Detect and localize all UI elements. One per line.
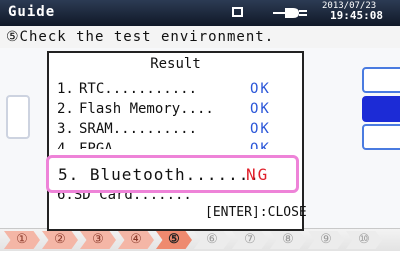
row-label: Flash Memory.... [79,101,214,117]
step-3: ③ [80,231,116,249]
side-button-3[interactable] [362,124,400,150]
screen-title: Guide [8,4,56,20]
step-9: ⑨ [308,231,344,249]
row-label: SRAM.......... [79,121,198,137]
row-status: OK [250,101,271,117]
row-status: OK [250,81,271,97]
result-row-partial: 4. FPGA OK [57,139,302,149]
dialog-title: Result [150,56,201,72]
result-row: 3. SRAM.......... OK [57,119,302,139]
step-6: ⑥ [194,231,230,249]
step-2: ② [42,231,78,249]
row-status: OK [250,141,271,149]
time-readout: 19:45:08 [330,9,383,22]
ac-power-icon [273,8,307,18]
row-number: 2. [57,101,74,117]
highlighted-row-label: 5. Bluetooth....... [58,165,261,184]
result-row: 1. RTC........... OK [57,79,302,99]
step-1: ① [4,231,40,249]
row-status: OK [250,121,271,137]
row-number: 4. [57,141,74,149]
step-7: ⑦ [232,231,268,249]
result-dialog: Result 1. RTC........... OK 2. Flash Memor… [47,51,307,231]
left-side-button[interactable] [6,95,30,139]
row-label: RTC........... [79,81,198,97]
instruction-text: ⑤Check the test environment. [0,26,400,48]
window-icon [232,7,243,17]
step-4: ④ [118,231,154,249]
enter-close-hint[interactable]: [ENTER]:CLOSE [205,205,307,220]
side-button-1[interactable] [362,67,400,93]
row-label: FPGA [79,141,113,149]
guide-screen: Guide 2013/07/23 19:45:08 ⑤Check the tes… [0,0,400,276]
step-5-current: ⑤ [156,231,192,249]
bottom-area [0,251,400,276]
highlighted-row-status: NG [246,165,270,184]
step-10: ⑩ [346,231,382,249]
result-row: 2. Flash Memory.... OK [57,99,302,119]
result-row-partial: 6.SD Card....... [57,193,192,203]
step-8: ⑧ [270,231,306,249]
row-number: 1. [57,81,74,97]
step-bar: ① ② ③ ④ ⑤ ⑥ ⑦ ⑧ ⑨ ⑩ [0,228,400,252]
title-bar: Guide 2013/07/23 19:45:08 [0,0,400,26]
highlighted-result-row: 5. Bluetooth....... NG [46,155,299,193]
side-button-2[interactable] [362,96,400,122]
row-number: 3. [57,121,74,137]
